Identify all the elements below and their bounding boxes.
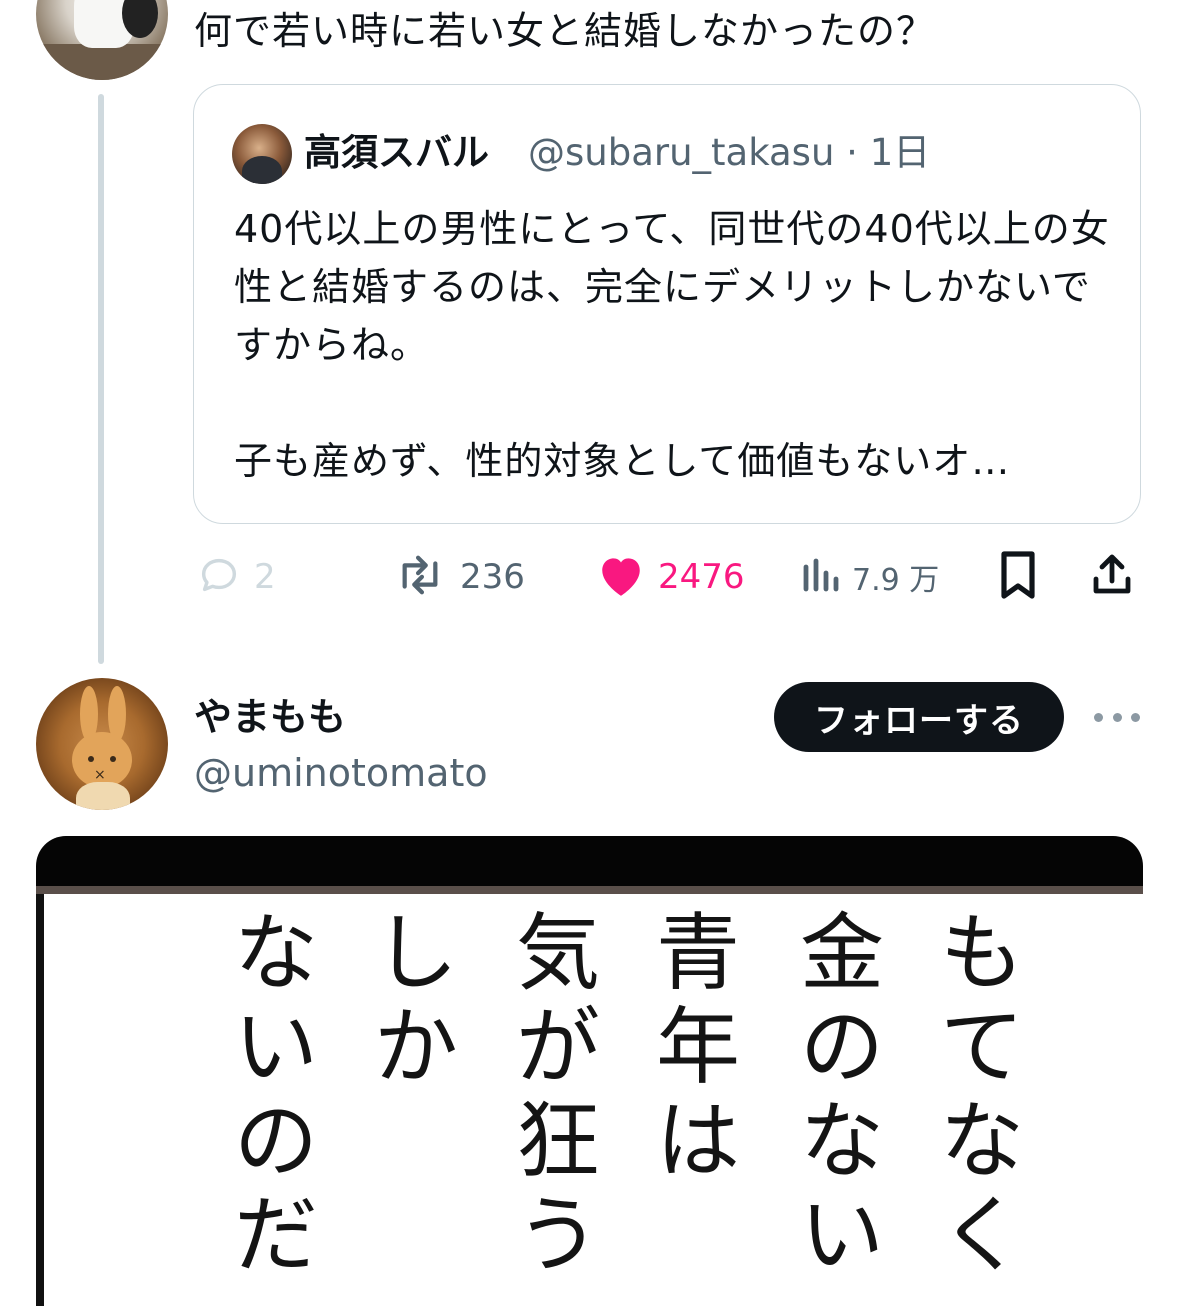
retweet-icon	[392, 552, 448, 602]
avatar-bunny-mouth: ×	[94, 767, 106, 783]
avatar-bunny-body	[76, 782, 130, 810]
author-name[interactable]: やまもも	[194, 692, 346, 742]
like-button[interactable]: 2476	[596, 548, 745, 606]
retweet-count: 236	[460, 557, 525, 597]
avatar-bunny-eye	[110, 756, 116, 762]
media-text-column: しか	[373, 904, 458, 1096]
quoted-author-handle-time: @subaru_takasu · 1日	[528, 131, 931, 174]
reply-bubble-icon	[196, 552, 242, 602]
like-count: 2476	[658, 557, 745, 597]
avatar-reply-author[interactable]	[36, 0, 168, 80]
reply-tweet-text: 何で若い時に若い女と結婚しなかったの？	[194, 9, 936, 53]
media-black-border	[36, 836, 1143, 886]
author-handle[interactable]: @uminotomato	[194, 748, 488, 798]
avatar-bunny-eye	[88, 756, 94, 762]
views-count: 7.9 万	[852, 563, 940, 598]
views-bars-icon	[800, 555, 840, 599]
quoted-author-name: 高須スバル	[304, 131, 489, 174]
avatar-yamamomo[interactable]: ×	[36, 678, 168, 810]
heart-icon	[596, 552, 646, 602]
media-border-shadow	[36, 886, 1143, 894]
bookmark-button[interactable]	[996, 548, 1040, 606]
media-text-column: 金のない	[799, 904, 884, 1284]
reply-count: 2	[254, 557, 276, 597]
more-options-button[interactable]	[1094, 702, 1140, 732]
views-button[interactable]: 7.9 万	[800, 548, 939, 606]
more-dot-icon	[1112, 712, 1122, 722]
more-dot-icon	[1094, 712, 1103, 722]
tweet-media-image[interactable]: もてなく 金のない 青年は 気が狂う しか ないのだ	[36, 836, 1143, 1306]
reply-button[interactable]: 2	[196, 548, 276, 606]
share-icon	[1088, 551, 1136, 603]
more-dot-icon	[1131, 712, 1140, 722]
thread-connector-line	[98, 94, 104, 664]
media-text-column: ないのだ	[233, 904, 318, 1284]
share-button[interactable]	[1088, 548, 1136, 606]
follow-button[interactable]: フォローする	[774, 682, 1064, 752]
media-text-column: 青年は	[655, 904, 740, 1190]
media-text-column: もてなく	[939, 904, 1024, 1284]
quoted-author-avatar[interactable]	[232, 124, 292, 184]
media-left-border	[36, 894, 44, 1306]
avatar-floor	[36, 44, 168, 80]
quoted-tweet-body: 40代以上の男性にとって、同世代の40代以上の女性と結婚するのは、完全にデメリッ…	[234, 207, 1110, 483]
bookmark-icon	[996, 550, 1040, 604]
retweet-button[interactable]: 236	[392, 548, 525, 606]
media-text-column: 気が狂う	[515, 904, 600, 1284]
